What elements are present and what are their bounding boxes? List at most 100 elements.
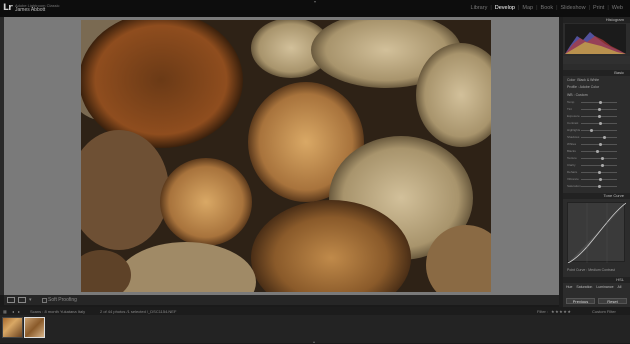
point-curve-label: Point Curve :: [567, 268, 588, 272]
slider-row: Shadows: [567, 135, 627, 139]
slider-label: Whites: [567, 142, 577, 146]
treatment-color[interactable]: Color: [567, 78, 575, 82]
right-panel: Histogram Basic Color Black & White Prof…: [563, 17, 630, 307]
module-picker: Library | Develop | Map | Book | Slideshow | …: [468, 5, 626, 11]
module-print[interactable]: Print: [590, 5, 607, 11]
slider-row: Texture: [567, 156, 627, 160]
identity-line-2: James Abbott: [15, 7, 46, 13]
slider-knob[interactable]: [599, 143, 603, 146]
hsl-tab-all[interactable]: All: [618, 285, 622, 289]
hsl-tab-luminance[interactable]: Luminance: [596, 285, 613, 289]
treatment-bw[interactable]: Black & White: [577, 78, 599, 82]
slider-row: Whites: [567, 142, 627, 146]
soft-proofing-checkbox[interactable]: [42, 297, 47, 303]
nav-forward-icon[interactable]: ▸: [18, 309, 20, 314]
photo-preview[interactable]: [81, 20, 491, 292]
slider-knob[interactable]: [599, 178, 603, 181]
slider-row: Clarity: [567, 163, 627, 167]
slider-knob[interactable]: [601, 157, 605, 160]
slider-label: Clarity: [567, 163, 576, 167]
tone-curve-header[interactable]: Tone Curve: [563, 193, 630, 199]
filmstrip-bar: ▦ ◂ ▸ Scans : 8 month Yukatana Italy 2 o…: [0, 307, 630, 315]
filmstrip-source[interactable]: Scans : 8 month Yukatana Italy: [30, 309, 85, 314]
image-canvas[interactable]: [4, 17, 559, 295]
slider-track[interactable]: [581, 151, 617, 152]
star-filter[interactable]: ★★★★★: [551, 309, 571, 314]
filmstrip-count: 2 of 44 photos /1 selected /_DSC1154.NEF: [100, 309, 177, 314]
slider-row: Highlights: [567, 128, 627, 132]
slider-knob[interactable]: [599, 101, 603, 104]
hsl-tab-saturation[interactable]: Saturation: [576, 285, 592, 289]
filmstrip-thumb-selected[interactable]: [24, 317, 45, 338]
slider-row: Saturation: [567, 184, 627, 188]
profile-select[interactable]: Adobe Color: [580, 85, 599, 89]
basic-header[interactable]: Basic: [563, 70, 630, 76]
before-after-icon[interactable]: [18, 297, 26, 303]
filter-select[interactable]: Custom Filter: [592, 309, 616, 314]
slider-label: Highlights: [567, 128, 581, 132]
wb-select[interactable]: Custom: [576, 93, 588, 97]
slider-row: Dehaze: [567, 170, 627, 174]
slider-label: Vibrance: [567, 177, 579, 181]
toolbar-dropdown-icon[interactable]: ▾: [29, 297, 34, 303]
top-panel-toggle-icon[interactable]: ▾: [312, 0, 318, 4]
lightroom-logo: Lr: [3, 3, 13, 13]
slider-label: Dehaze: [567, 170, 578, 174]
module-web[interactable]: Web: [609, 5, 626, 11]
slider-label: Saturation: [567, 184, 581, 188]
filmstrip-thumb[interactable]: [2, 317, 23, 338]
slider-label: Temp: [567, 100, 575, 104]
slider-label: Exposure: [567, 114, 580, 118]
reset-button[interactable]: Reset: [598, 298, 627, 304]
slider-knob[interactable]: [602, 136, 606, 139]
slider-row: Blacks: [567, 149, 627, 153]
nav-back-icon[interactable]: ◂: [12, 309, 14, 314]
bottom-panel-toggle-icon[interactable]: ▴: [313, 339, 315, 344]
point-curve-select[interactable]: Medium Contrast: [588, 268, 615, 272]
module-develop[interactable]: Develop: [492, 5, 518, 11]
slider-row: Tint: [567, 107, 627, 111]
slider-knob[interactable]: [601, 164, 605, 167]
grid-view-icon[interactable]: ▦: [3, 309, 7, 314]
slider-row: Temp: [567, 100, 627, 104]
histogram: [565, 24, 626, 54]
slider-knob[interactable]: [597, 108, 601, 111]
module-map[interactable]: Map: [519, 5, 536, 11]
previous-button[interactable]: Previous: [566, 298, 595, 304]
slider-row: Contrast: [567, 121, 627, 125]
hsl-header[interactable]: HSL: [563, 277, 630, 283]
slider-knob[interactable]: [595, 150, 599, 153]
wb-label: WB :: [567, 93, 575, 97]
identity-plate: Adobe Lightroom Classic James Abbott: [15, 3, 59, 13]
slider-knob[interactable]: [590, 129, 594, 132]
loupe-view-icon[interactable]: [7, 297, 15, 303]
identity-plate-bar: Lr Adobe Lightroom Classic James Abbott …: [0, 0, 630, 17]
slider-track[interactable]: [581, 137, 617, 138]
slider-knob[interactable]: [599, 122, 603, 125]
soft-proofing-label: Soft Proofing: [48, 297, 77, 303]
slider-track[interactable]: [581, 165, 617, 166]
module-library[interactable]: Library: [468, 5, 491, 11]
slider-track[interactable]: [581, 130, 617, 131]
slider-label: Shadows: [567, 135, 580, 139]
histogram-header[interactable]: Histogram: [563, 17, 630, 23]
profile-label: Profile :: [567, 85, 579, 89]
log-pile-image: [81, 20, 491, 292]
slider-label: Contrast: [567, 121, 579, 125]
slider-track[interactable]: [581, 158, 617, 159]
slider-label: Blacks: [567, 149, 576, 153]
slider-label: Texture: [567, 156, 577, 160]
slider-knob[interactable]: [598, 115, 602, 118]
filter-label: Filter :: [537, 309, 549, 314]
module-book[interactable]: Book: [538, 5, 557, 11]
module-slideshow[interactable]: Slideshow: [558, 5, 589, 11]
slider-row: Vibrance: [567, 177, 627, 181]
slider-knob[interactable]: [597, 171, 601, 174]
slider-knob[interactable]: [597, 185, 601, 188]
slider-label: Tint: [567, 107, 572, 111]
tool-strip[interactable]: [563, 56, 630, 64]
tone-curve-graph[interactable]: [567, 202, 627, 264]
hsl-tab-hue[interactable]: Hue: [566, 285, 572, 289]
slider-row: Exposure: [567, 114, 627, 118]
develop-toolbar: ▾ Soft Proofing: [4, 295, 559, 305]
